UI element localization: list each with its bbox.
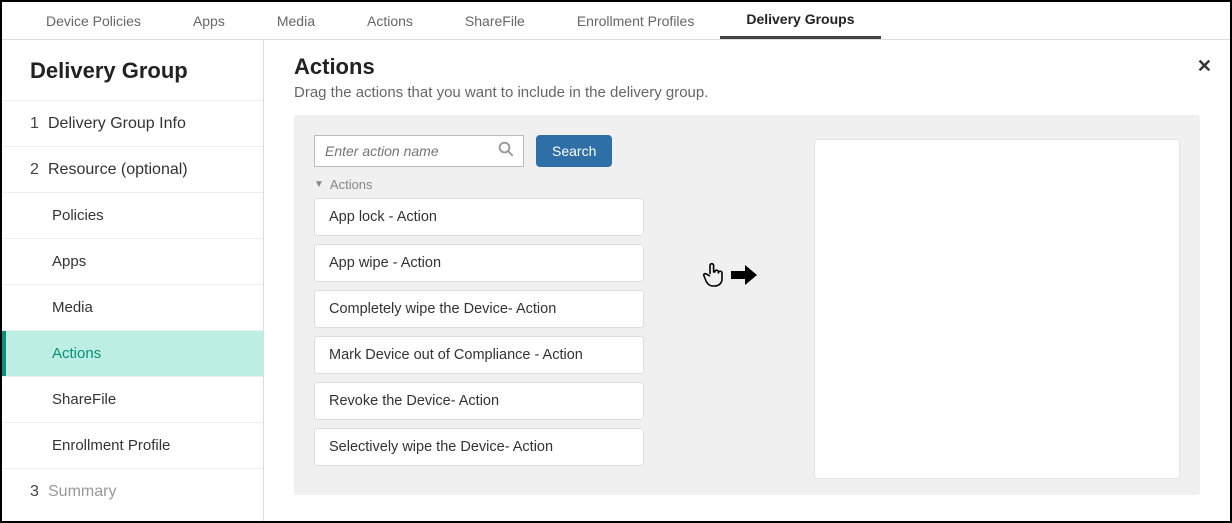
actions-section-toggle[interactable]: ▼ Actions	[314, 177, 644, 192]
tab-delivery-groups[interactable]: Delivery Groups	[720, 2, 880, 39]
selected-actions-dropzone[interactable]	[814, 139, 1180, 479]
chevron-down-icon: ▼	[314, 179, 324, 190]
step-number: 1	[30, 115, 48, 133]
step-delivery-group-info[interactable]: 1 Delivery Group Info	[2, 100, 263, 146]
pointer-hand-icon	[701, 261, 725, 289]
available-actions-column: Search ▼ Actions App lock - Action App w…	[314, 135, 644, 474]
wizard-sidebar: Delivery Group 1 Delivery Group Info 2 R…	[2, 40, 264, 521]
action-item-out-of-compliance[interactable]: Mark Device out of Compliance - Action	[314, 336, 644, 374]
substep-actions[interactable]: Actions	[2, 330, 263, 376]
action-item-app-wipe[interactable]: App wipe - Action	[314, 244, 644, 282]
search-input[interactable]	[323, 142, 497, 160]
action-item-selective-wipe[interactable]: Selectively wipe the Device- Action	[314, 428, 644, 466]
tab-device-policies[interactable]: Device Policies	[20, 2, 167, 39]
step-resource[interactable]: 2 Resource (optional)	[2, 146, 263, 192]
sidebar-title: Delivery Group	[2, 40, 263, 100]
step-label: Resource (optional)	[48, 161, 188, 179]
step-summary[interactable]: 3 Summary	[2, 468, 263, 514]
page-subtitle: Drag the actions that you want to includ…	[294, 84, 1200, 101]
close-icon[interactable]: ✕	[1197, 56, 1212, 77]
substep-apps[interactable]: Apps	[2, 238, 263, 284]
step-number: 2	[30, 161, 48, 179]
step-label: Summary	[48, 483, 116, 501]
action-item-app-lock[interactable]: App lock - Action	[314, 198, 644, 236]
drag-indicator	[674, 135, 784, 415]
substep-media[interactable]: Media	[2, 284, 263, 330]
page-title: Actions	[294, 54, 1200, 80]
substep-sharefile[interactable]: ShareFile	[2, 376, 263, 422]
actions-panel: Search ▼ Actions App lock - Action App w…	[294, 115, 1200, 495]
actions-section-label: Actions	[330, 177, 373, 192]
action-item-revoke[interactable]: Revoke the Device- Action	[314, 382, 644, 420]
tab-sharefile[interactable]: ShareFile	[439, 2, 551, 39]
content-area: ✕ Actions Drag the actions that you want…	[264, 40, 1230, 521]
substep-enrollment-profile[interactable]: Enrollment Profile	[2, 422, 263, 468]
tab-enrollment-profiles[interactable]: Enrollment Profiles	[551, 2, 721, 39]
step-label: Delivery Group Info	[48, 115, 186, 133]
action-item-complete-wipe[interactable]: Completely wipe the Device- Action	[314, 290, 644, 328]
search-icon[interactable]	[497, 140, 515, 163]
arrow-right-icon	[731, 264, 757, 286]
step-number: 3	[30, 483, 48, 501]
top-tab-bar: Device Policies Apps Media Actions Share…	[2, 2, 1230, 40]
tab-media[interactable]: Media	[251, 2, 341, 39]
substep-policies[interactable]: Policies	[2, 192, 263, 238]
search-button[interactable]: Search	[536, 135, 612, 167]
tab-apps[interactable]: Apps	[167, 2, 251, 39]
search-box[interactable]	[314, 135, 524, 167]
tab-actions[interactable]: Actions	[341, 2, 439, 39]
